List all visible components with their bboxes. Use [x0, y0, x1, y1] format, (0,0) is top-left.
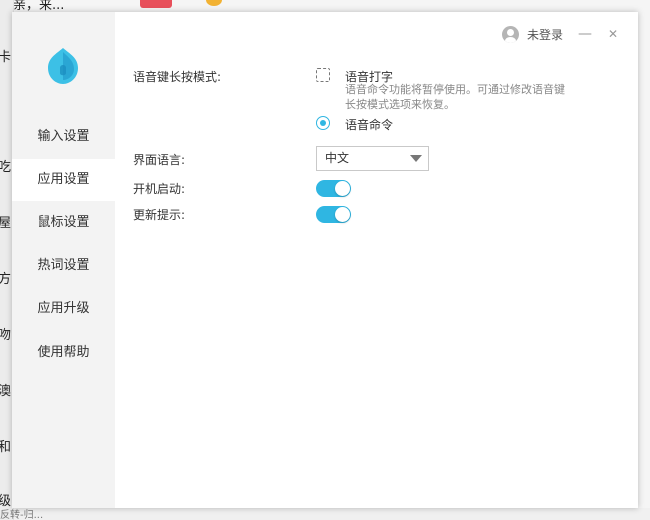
startup-toggle[interactable] — [316, 180, 351, 197]
voice-mode-label: 语音键长按模式: — [133, 70, 222, 84]
user-login-area[interactable]: 未登录 — [502, 24, 563, 44]
update-notice-label: 更新提示: — [133, 208, 186, 222]
login-status-label: 未登录 — [527, 27, 564, 42]
nav-item-app-upgrade[interactable]: 应用升级 — [12, 288, 115, 330]
option-voice-command-label[interactable]: 语音命令 — [345, 116, 393, 133]
ui-language-label: 界面语言: — [133, 153, 186, 167]
background-top-strip: 家亲，来... — [0, 0, 650, 13]
background-list-item: 卡 — [0, 46, 11, 65]
radio-voice-typing[interactable] — [316, 68, 330, 82]
background-list-item: 方 — [0, 268, 11, 287]
minimize-icon[interactable]: — — [575, 24, 595, 44]
background-list-item: 澳 — [0, 380, 11, 399]
background-bottom-strip — [14, 508, 650, 520]
option-voice-typing-description: 语音命令功能将暂停使用。可通过修改语音键长按模式选项来恢复。 — [345, 83, 565, 111]
settings-dialog: 输入设置 应用设置 鼠标设置 热词设置 应用升级 使用帮助 未登录 — ✕ 语音… — [12, 12, 638, 508]
update-notice-toggle[interactable] — [316, 206, 351, 223]
ui-language-value: 中文 — [325, 151, 350, 165]
dropdown-caret-icon — [410, 155, 422, 162]
user-avatar-icon — [502, 25, 519, 43]
app-logo-icon — [48, 48, 78, 84]
background-list-item: 屋 — [0, 212, 11, 231]
background-emoji-icon — [206, 0, 222, 6]
nav-item-app-settings[interactable]: 应用设置 — [12, 159, 115, 201]
settings-sidebar: 输入设置 应用设置 鼠标设置 热词设置 应用升级 使用帮助 — [12, 12, 115, 508]
nav-item-input-settings[interactable]: 输入设置 — [12, 116, 115, 158]
background-list-item: 吻 — [0, 324, 11, 343]
background-list-item: 吃 — [0, 156, 11, 175]
background-list-item: 和 — [0, 436, 11, 455]
nav-item-help[interactable]: 使用帮助 — [12, 332, 115, 374]
nav-item-hotword-settings[interactable]: 热词设置 — [12, 245, 115, 287]
close-icon[interactable]: ✕ — [603, 24, 623, 44]
background-red-tab — [140, 0, 172, 8]
nav-item-mouse-settings[interactable]: 鼠标设置 — [12, 202, 115, 244]
background-bottom-text: 反转-归... — [0, 510, 44, 520]
radio-voice-command[interactable] — [316, 116, 330, 130]
ui-language-select[interactable]: 中文 — [316, 146, 429, 171]
startup-label: 开机启动: — [133, 182, 186, 196]
